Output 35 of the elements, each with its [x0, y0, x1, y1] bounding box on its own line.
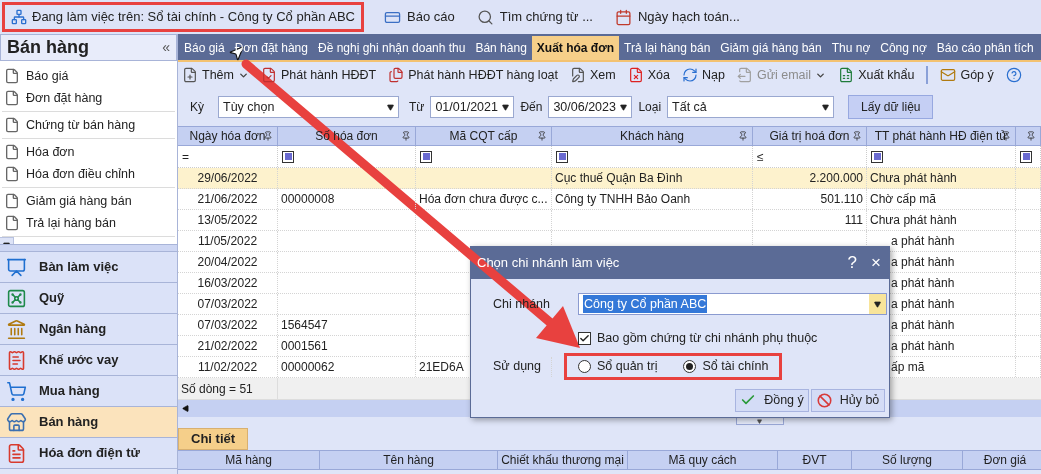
context-label: Đang làm việc trên: Sổ tài chính - Công ty Cổ phần ABC	[32, 8, 355, 27]
to-label: Đến	[520, 99, 543, 116]
row-count: Số dòng = 51	[178, 378, 278, 399]
table-cell: Chờ cấp mã	[867, 189, 1016, 209]
checkbox-label: Bao gồm chứng từ chi nhánh phụ thuộc	[597, 330, 818, 347]
from-label: Từ	[409, 99, 425, 116]
table-cell: 00000062	[278, 357, 416, 377]
table-cell: Chưa phát hành	[867, 168, 1016, 188]
table-cell: 13/05/2022	[178, 210, 278, 230]
table-cell: 11/05/2022	[178, 231, 278, 251]
table-cell: 21/06/2022	[178, 189, 278, 209]
table-cell: 07/03/2022	[178, 315, 278, 335]
table-cell: 20/04/2022	[178, 252, 278, 272]
table-cell: Cục thuế Quận Ba Đình	[552, 168, 753, 188]
type-label: Loại	[638, 99, 662, 116]
table-cell: 501.110	[753, 189, 867, 209]
table-cell: 07/03/2022	[178, 294, 278, 314]
table-cell: 111	[753, 210, 867, 230]
radio-label: Sổ tài chính	[702, 357, 769, 375]
table-cell: 29/06/2022	[178, 168, 278, 188]
table-cell: Chưa phát hành	[867, 210, 1016, 230]
table-cell: 2.200.000	[753, 168, 867, 188]
table-cell: 00000008	[278, 189, 416, 209]
table-cell: 11/02/2022	[178, 357, 278, 377]
table-cell: 16/03/2022	[178, 273, 278, 293]
table-cell: 21/02/2022	[178, 336, 278, 356]
table-cell: Công ty TNHH Bảo Oanh	[552, 189, 753, 209]
table-cell: 0001561	[278, 336, 416, 356]
radio-label: Sổ quản trị	[597, 357, 658, 375]
branch-value: Công ty Cổ phần ABC	[583, 294, 708, 314]
usage-label: Sử dụng	[493, 357, 542, 375]
table-cell: Hóa đơn chưa được c...	[416, 189, 552, 209]
sidebar-title: Bán hàng	[7, 36, 89, 59]
period-label: Kỳ	[190, 99, 205, 116]
table-cell: 1564547	[278, 315, 416, 335]
